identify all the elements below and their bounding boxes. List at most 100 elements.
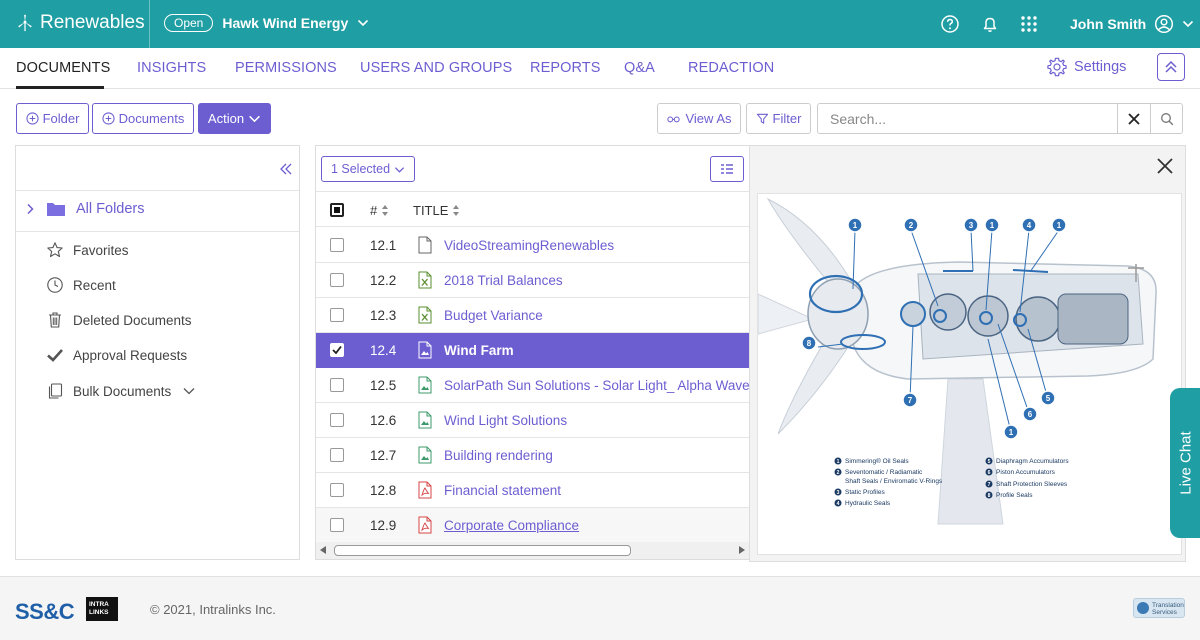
divider: [16, 190, 299, 191]
image-icon: [418, 411, 432, 429]
document-title-link[interactable]: Corporate Compliance: [444, 518, 579, 533]
search-button[interactable]: [1150, 104, 1182, 133]
notifications-button[interactable]: [980, 14, 1000, 37]
action-button[interactable]: Action: [198, 103, 271, 134]
intralinks-logo: INTRA LINKS: [86, 597, 118, 621]
row-checkbox[interactable]: [330, 238, 344, 252]
user-menu[interactable]: John Smith: [1070, 14, 1194, 34]
view-as-button[interactable]: View As: [657, 103, 741, 134]
table-row[interactable]: 12.9 Corporate Compliance: [316, 508, 751, 543]
translation-label: Translation: [1152, 602, 1184, 609]
double-chevron-up-icon: [1165, 60, 1177, 73]
sidebar-item-bulk-documents[interactable]: Bulk Documents: [46, 382, 196, 400]
bell-icon: [983, 17, 997, 32]
selection-dropdown[interactable]: 1 Selected: [321, 156, 415, 182]
row-checkbox[interactable]: [330, 273, 344, 287]
tab-permissions[interactable]: PERMISSIONS: [235, 60, 337, 76]
live-chat-button[interactable]: Live Chat: [1170, 388, 1200, 538]
collapse-sidebar-icon[interactable]: [279, 162, 293, 176]
tab-redaction[interactable]: REDACTION: [688, 60, 774, 76]
apps-button[interactable]: [1019, 14, 1039, 37]
chevron-down-icon[interactable]: [182, 384, 196, 398]
brand-name: Renewables: [40, 12, 145, 33]
table-row[interactable]: 12.2 2018 Trial Balances: [316, 263, 751, 298]
filter-label: Filter: [772, 111, 802, 126]
document-title-link[interactable]: Financial statement: [444, 483, 561, 498]
chevron-right-icon[interactable]: [24, 203, 36, 215]
grid-icon: [1021, 16, 1037, 32]
row-checkbox-checked[interactable]: [330, 343, 344, 357]
document-title-link[interactable]: Wind Light Solutions: [444, 413, 567, 428]
tab-documents[interactable]: DOCUMENTS: [16, 60, 110, 76]
close-preview-icon[interactable]: [1156, 157, 1174, 175]
help-button[interactable]: [940, 14, 960, 37]
document-title-link[interactable]: 2018 Trial Balances: [444, 273, 563, 288]
row-checkbox[interactable]: [330, 413, 344, 427]
column-header-title[interactable]: TITLE: [413, 203, 460, 218]
all-folders-item[interactable]: All Folders: [24, 201, 145, 217]
document-title-link[interactable]: Building rendering: [444, 448, 553, 463]
sort-icon: [453, 205, 460, 216]
row-number: 12.5: [370, 378, 397, 393]
clear-search-button[interactable]: [1117, 104, 1150, 133]
add-documents-button[interactable]: Documents: [92, 103, 194, 134]
tab-insights[interactable]: INSIGHTS: [137, 60, 206, 76]
table-row[interactable]: 12.5 SolarPath Sun Solutions - Solar Lig…: [316, 368, 751, 403]
checkmark-icon: [332, 345, 342, 355]
filter-button[interactable]: Filter: [746, 103, 811, 134]
scroll-left-arrow[interactable]: [320, 546, 326, 554]
tab-users-and-groups[interactable]: USERS AND GROUPS: [360, 60, 512, 76]
select-all-checkbox[interactable]: [330, 203, 344, 217]
table-row[interactable]: 12.6 Wind Light Solutions: [316, 403, 751, 438]
table-row-selected[interactable]: 12.4 Wind Farm: [316, 333, 751, 368]
copyright-text: © 2021, Intralinks Inc.: [150, 602, 276, 617]
add-folder-button[interactable]: Folder: [16, 103, 89, 134]
document-title-link[interactable]: Budget Variance: [444, 308, 543, 323]
column-header-number[interactable]: #: [370, 203, 389, 218]
table-row[interactable]: 12.8 Financial statement: [316, 473, 751, 508]
horizontal-scrollbar[interactable]: [316, 542, 751, 559]
settings-button[interactable]: Settings: [1046, 56, 1126, 78]
table-row[interactable]: 12.7 Building rendering: [316, 438, 751, 473]
scroll-right-arrow[interactable]: [739, 546, 745, 554]
sidebar-item-recent[interactable]: Recent: [46, 276, 116, 294]
all-folders-label: All Folders: [76, 201, 145, 217]
tab-reports[interactable]: REPORTS: [530, 60, 601, 76]
image-icon: [418, 341, 432, 359]
live-chat-label: Live Chat: [1177, 431, 1195, 495]
row-checkbox[interactable]: [330, 308, 344, 322]
row-checkbox[interactable]: [330, 378, 344, 392]
column-options-button[interactable]: [710, 156, 744, 182]
row-number: 12.8: [370, 483, 397, 498]
search-bar: [817, 103, 1183, 134]
legend-text: Shaft Seals / Enviromatic V-Rings: [845, 478, 943, 485]
sidebar-item-deleted-documents[interactable]: Deleted Documents: [46, 311, 192, 329]
row-checkbox[interactable]: [330, 448, 344, 462]
document-title-link[interactable]: SolarPath Sun Solutions - Solar Light_ A…: [444, 378, 750, 393]
row-checkbox[interactable]: [330, 483, 344, 497]
collapse-header-button[interactable]: [1157, 53, 1185, 81]
legend-text: Diaphragm Accumulators: [996, 458, 1069, 465]
legend-number: 7: [988, 482, 991, 488]
filter-icon: [756, 113, 768, 124]
add-documents-label: Documents: [118, 111, 185, 126]
workspace-selector[interactable]: Open Hawk Wind Energy: [164, 14, 369, 32]
sidebar-item-favorites[interactable]: Favorites: [46, 241, 129, 259]
search-input[interactable]: [818, 104, 1117, 133]
table-row[interactable]: 12.1 VideoStreamingRenewables: [316, 228, 751, 263]
row-checkbox[interactable]: [330, 518, 344, 532]
tab-qa[interactable]: Q&A: [624, 60, 655, 76]
wind-turbine-icon: [18, 14, 32, 32]
document-title-link[interactable]: Wind Farm: [444, 343, 514, 358]
brand[interactable]: Renewables: [16, 12, 145, 34]
table-row[interactable]: 12.3 Budget Variance: [316, 298, 751, 333]
wind-turbine-diagram: 1 2 3 1 4 1 8 7 6 5 1 1 2 3 4 5 6 7 8 Si…: [757, 197, 1157, 525]
callout-label: 7: [908, 396, 913, 405]
sidebar-item-approval-requests[interactable]: Approval Requests: [46, 346, 187, 364]
legend-number: 2: [837, 470, 840, 476]
legend-text: Hydraulic Seals: [845, 500, 891, 507]
translation-services-button[interactable]: Translation Services: [1133, 598, 1185, 618]
document-title-link[interactable]: VideoStreamingRenewables: [444, 238, 614, 253]
search-icon: [1160, 112, 1173, 125]
scrollbar-thumb[interactable]: [334, 545, 631, 556]
